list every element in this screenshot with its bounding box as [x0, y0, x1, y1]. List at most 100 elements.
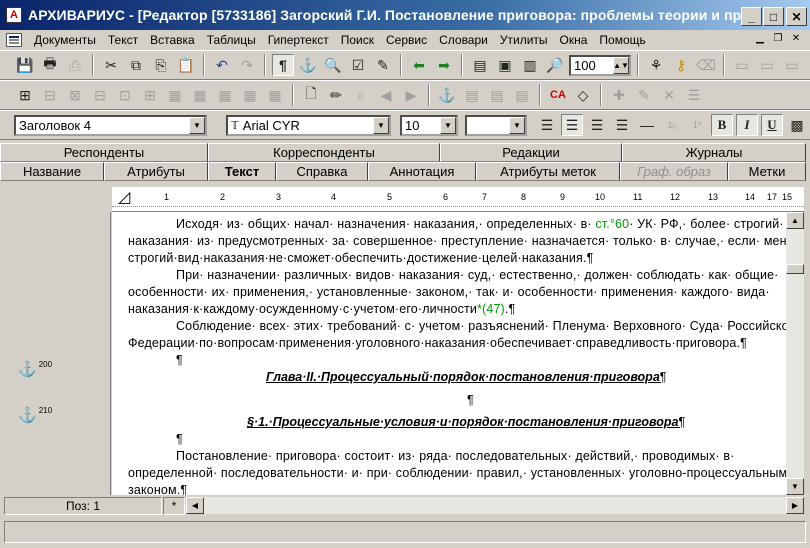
font-select[interactable]: 𝕋 Arial CYR ▼ — [226, 114, 391, 136]
print-icon[interactable]: 🖶 — [39, 54, 61, 76]
menu-search[interactable]: Поиск — [335, 33, 380, 47]
edit-item-icon[interactable]: ✎ — [633, 84, 655, 106]
menu-text[interactable]: Текст — [102, 33, 144, 47]
copy-format-icon[interactable]: ⎘ — [150, 54, 172, 76]
tree-icon[interactable]: ⚘ — [645, 54, 667, 76]
scroll-down-icon[interactable]: ▼ — [786, 478, 804, 495]
align-left-icon[interactable]: ☰ — [536, 114, 558, 136]
zoom-input[interactable]: 100 ▲▼ — [569, 54, 631, 76]
back-arrow-icon[interactable]: ◀ — [375, 84, 397, 106]
undo-icon[interactable]: ↶ — [211, 54, 233, 76]
mdi-close-icon[interactable]: ✕ — [788, 31, 804, 45]
shading-icon[interactable]: ▩ — [786, 114, 808, 136]
nav-forward-icon[interactable]: ➡ — [433, 54, 455, 76]
plus-icon[interactable]: ✚ — [608, 84, 630, 106]
chevron-down-icon[interactable]: ▼ — [373, 116, 389, 134]
merge-icon[interactable]: ⊡ — [114, 84, 136, 106]
footnote-link[interactable]: *(47) — [477, 302, 505, 316]
horizontal-scrollbar[interactable]: ◀ ▶ — [186, 497, 804, 514]
scroll-thumb[interactable] — [786, 264, 804, 274]
edit-pen-icon[interactable]: ✎ — [372, 54, 394, 76]
tab-graphic-image[interactable]: Граф. образ — [620, 162, 728, 181]
doc-copy-icon[interactable]: ▣ — [494, 54, 516, 76]
checklist-icon[interactable]: ☑ — [347, 54, 369, 76]
eraser2-icon[interactable]: ◇ — [572, 84, 594, 106]
lines-icon[interactable]: ☰ — [683, 84, 705, 106]
frame1-icon[interactable]: ▭ — [731, 54, 753, 76]
tab-name[interactable]: Название — [0, 162, 104, 181]
frame3-icon[interactable]: ▭ — [781, 54, 803, 76]
cut-icon[interactable]: ✂ — [100, 54, 122, 76]
mdi-restore-icon[interactable]: ❐ — [770, 31, 786, 45]
doc-edit3-icon[interactable]: ▤ — [511, 84, 533, 106]
bold-button[interactable]: B — [711, 114, 733, 136]
insert-row-icon[interactable]: ⊟ — [39, 84, 61, 106]
delete-row-icon[interactable]: ⊟ — [89, 84, 111, 106]
ca-logo-icon[interactable]: CA — [547, 84, 569, 106]
paste-icon[interactable]: 📋 — [175, 54, 197, 76]
grid-d-icon[interactable]: ▦ — [239, 84, 261, 106]
spin-icon[interactable]: ▲▼ — [613, 56, 629, 74]
zoom-icon[interactable]: 🔎 — [544, 54, 566, 76]
doc-edit1-icon[interactable]: ▤ — [461, 84, 483, 106]
chevron-down-icon[interactable]: ▼ — [509, 116, 525, 134]
key-icon[interactable]: ⚷ — [670, 54, 692, 76]
anchor-marker[interactable]: ⚓ 210 — [18, 406, 52, 423]
align-center-icon[interactable]: ☰ — [561, 114, 583, 136]
menu-windows[interactable]: Окна — [554, 33, 594, 47]
menu-tables[interactable]: Таблицы — [201, 33, 262, 47]
split-icon[interactable]: ⊞ — [139, 84, 161, 106]
tab-label-attributes[interactable]: Атрибуты меток — [476, 162, 620, 181]
scroll-right-icon[interactable]: ▶ — [786, 497, 804, 514]
anchor-gray-icon[interactable]: ⚓ — [436, 84, 458, 106]
grid-a-icon[interactable]: ▦ — [164, 84, 186, 106]
new-doc-icon[interactable]: 🗋 — [300, 84, 322, 106]
maximize-button[interactable]: □ — [763, 7, 784, 26]
anchor-marker[interactable]: ⚓ 200 — [18, 360, 52, 377]
table-icon[interactable]: ⊞ — [14, 84, 36, 106]
delete-icon[interactable]: ✕ — [658, 84, 680, 106]
subscript-icon[interactable]: 1⁰ — [686, 114, 708, 136]
color-select[interactable]: ▼ — [465, 114, 527, 136]
close-button[interactable]: ✕ — [786, 7, 807, 26]
eraser-icon[interactable]: ⌫ — [695, 54, 717, 76]
menu-documents[interactable]: Документы — [28, 33, 102, 47]
menu-insert[interactable]: Вставка — [144, 33, 201, 47]
tab-attributes[interactable]: Атрибуты — [104, 162, 208, 181]
tab-labels[interactable]: Метки — [728, 162, 806, 181]
vertical-scrollbar[interactable]: ▲ ▼ — [786, 212, 804, 495]
menu-dictionaries[interactable]: Словари — [433, 33, 494, 47]
pencil-icon[interactable]: ✏ — [325, 84, 347, 106]
size-select[interactable]: 10 ▼ — [400, 114, 458, 136]
tab-correspondents[interactable]: Корреспонденты — [208, 143, 440, 162]
chevron-down-icon[interactable]: ▼ — [440, 116, 456, 134]
tab-annotation[interactable]: Аннотация — [368, 162, 476, 181]
indent-marker-icon[interactable]: ◿ — [118, 187, 130, 207]
tab-reference[interactable]: Справка — [276, 162, 368, 181]
find-doc-icon[interactable]: 🔍 — [322, 54, 344, 76]
document-editor[interactable]: Исходя· из· общих· начал· назначения· на… — [112, 212, 786, 495]
minimize-button[interactable]: _ — [741, 7, 762, 26]
save-icon[interactable]: 💾 — [14, 54, 36, 76]
align-right-icon[interactable]: ☰ — [586, 114, 608, 136]
redo-icon[interactable]: ↷ — [236, 54, 258, 76]
justify-icon[interactable]: ☰ — [611, 114, 633, 136]
menu-utilities[interactable]: Утилиты — [494, 33, 554, 47]
frame2-icon[interactable]: ▭ — [756, 54, 778, 76]
doc-view-icon[interactable]: ▥ — [519, 54, 541, 76]
grid-c-icon[interactable]: ▦ — [214, 84, 236, 106]
ruler[interactable]: ◿ 1 2 3 4 5 6 7 8 9 10 11 12 13 14 15 16… — [112, 187, 804, 212]
tab-editions[interactable]: Редакции — [440, 143, 622, 162]
insert-col-icon[interactable]: ⊠ — [64, 84, 86, 106]
menu-hypertext[interactable]: Гипертекст — [262, 33, 335, 47]
menu-help[interactable]: Помощь — [593, 33, 651, 47]
menu-service[interactable]: Сервис — [380, 33, 433, 47]
hyperlink[interactable]: ст.°60 — [592, 217, 630, 231]
italic-button[interactable]: I — [736, 114, 758, 136]
underline-button[interactable]: U — [761, 114, 783, 136]
nav-back-icon[interactable]: ⬅ — [408, 54, 430, 76]
forward-arrow-icon[interactable]: ▶ — [400, 84, 422, 106]
scroll-left-icon[interactable]: ◀ — [186, 497, 204, 514]
tab-journals[interactable]: Журналы — [622, 143, 806, 162]
doc-edit2-icon[interactable]: ▤ — [486, 84, 508, 106]
